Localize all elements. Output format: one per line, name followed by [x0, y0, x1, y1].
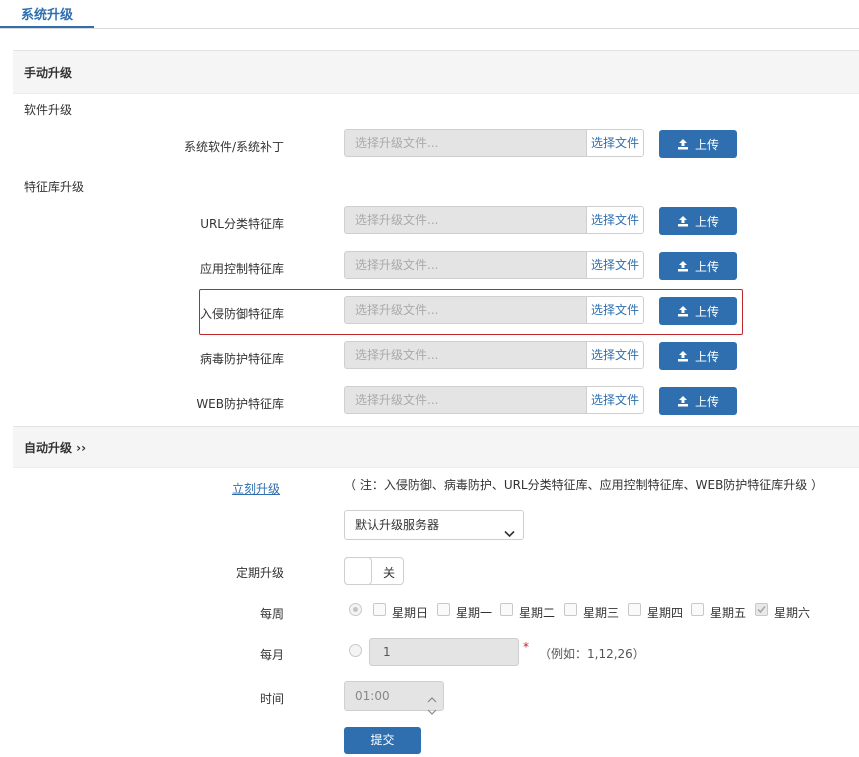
upload-label: 上传	[694, 214, 719, 229]
weekday-wednesday-label: 星期三	[583, 606, 620, 620]
web-protection-file-input[interactable]: 选择升级文件...	[344, 386, 586, 414]
intrusion-prevention-file-input[interactable]: 选择升级文件...	[344, 296, 586, 324]
monthly-example-hint: （例如：1,12,26）	[539, 647, 645, 661]
time-input[interactable]: 01:00	[344, 681, 444, 715]
weekday-saturday-label: 星期六	[774, 606, 811, 620]
intrusion-prevention-label: 入侵防御特征库	[199, 307, 284, 321]
weekday-friday-checkbox[interactable]	[691, 603, 704, 616]
upload-icon	[677, 215, 689, 227]
toggle-state-label: 关	[383, 566, 396, 580]
monthly-label: 每月	[259, 648, 284, 662]
manual-upgrade-header: 手动升级	[13, 50, 859, 94]
url-category-choose-button[interactable]: 选择文件	[586, 206, 644, 234]
upload-label: 上传	[694, 394, 719, 409]
upload-icon	[677, 305, 689, 317]
upload-icon	[677, 395, 689, 407]
weekday-monday-label: 星期一	[456, 606, 493, 620]
url-category-file-input[interactable]: 选择升级文件...	[344, 206, 586, 234]
tab-system-upgrade[interactable]: 系统升级	[0, 0, 94, 28]
upload-label: 上传	[694, 137, 719, 152]
antivirus-label: 病毒防护特征库	[199, 352, 284, 366]
signature-upgrade-label: 特征库升级	[24, 180, 85, 194]
url-category-label: URL分类特征库	[200, 217, 284, 231]
weekly-label: 每周	[259, 607, 284, 621]
upload-icon	[677, 138, 689, 150]
software-upgrade-label: 软件升级	[24, 103, 73, 117]
upload-label: 上传	[694, 349, 719, 364]
upload-icon	[677, 260, 689, 272]
intrusion-prevention-upload-button[interactable]: 上传	[659, 297, 737, 325]
weekday-sunday-label: 星期日	[392, 606, 429, 620]
system-software-choose-button[interactable]: 选择文件	[586, 129, 644, 157]
url-category-upload-button[interactable]: 上传	[659, 207, 737, 235]
auto-upgrade-header[interactable]: 自动升级 ››	[13, 426, 859, 468]
upload-label: 上传	[694, 304, 719, 319]
upgrade-server-select[interactable]: 默认升级服务器	[344, 510, 524, 540]
tab-divider	[0, 28, 859, 29]
antivirus-file-input[interactable]: 选择升级文件...	[344, 341, 586, 369]
system-software-label: 系统软件/系统补丁	[183, 140, 284, 154]
web-protection-choose-button[interactable]: 选择文件	[586, 386, 644, 414]
submit-button[interactable]: 提交	[344, 727, 421, 754]
weekday-thursday-checkbox[interactable]	[628, 603, 641, 616]
schedule-upgrade-label: 定期升级	[235, 566, 284, 580]
weekday-saturday-checkbox[interactable]	[755, 603, 768, 616]
time-label: 时间	[259, 692, 284, 706]
manual-upgrade-title: 手动升级	[24, 65, 73, 80]
weekday-tuesday-label: 星期二	[519, 606, 556, 620]
weekly-radio[interactable]	[349, 603, 362, 616]
system-software-upload-button[interactable]: 上传	[659, 130, 737, 158]
app-control-upload-button[interactable]: 上传	[659, 252, 737, 280]
web-protection-upload-button[interactable]: 上传	[659, 387, 737, 415]
antivirus-choose-button[interactable]: 选择文件	[586, 341, 644, 369]
app-control-label: 应用控制特征库	[199, 262, 284, 276]
schedule-toggle[interactable]: 关	[344, 557, 404, 585]
time-value: 01:00	[355, 689, 390, 703]
weekday-thursday-label: 星期四	[647, 606, 684, 620]
antivirus-upload-button[interactable]: 上传	[659, 342, 737, 370]
app-control-file-input[interactable]: 选择升级文件...	[344, 251, 586, 279]
monthly-radio[interactable]	[349, 644, 362, 657]
weekday-friday-label: 星期五	[710, 606, 747, 620]
system-software-file-input[interactable]: 选择升级文件...	[344, 129, 586, 157]
chevron-down-icon[interactable]	[427, 698, 437, 726]
weekday-wednesday-checkbox[interactable]	[564, 603, 577, 616]
weekday-sunday-checkbox[interactable]	[373, 603, 386, 616]
web-protection-label: WEB防护特征库	[196, 397, 284, 411]
app-control-choose-button[interactable]: 选择文件	[586, 251, 644, 279]
chevron-down-icon	[504, 520, 515, 548]
server-select-value: 默认升级服务器	[355, 518, 440, 532]
auto-upgrade-title: 自动升级 ››	[24, 440, 87, 455]
toggle-knob	[344, 557, 372, 585]
intrusion-prevention-choose-button[interactable]: 选择文件	[586, 296, 644, 324]
weekday-monday-checkbox[interactable]	[437, 603, 450, 616]
upload-label: 上传	[694, 259, 719, 274]
monthly-day-input[interactable]: 1	[369, 638, 519, 666]
weekday-tuesday-checkbox[interactable]	[500, 603, 513, 616]
immediate-upgrade-link[interactable]: 立刻升级	[232, 480, 280, 497]
upload-icon	[677, 350, 689, 362]
required-marker: *	[523, 640, 529, 654]
auto-upgrade-note: （ 注：入侵防御、病毒防护、URL分类特征库、应用控制特征库、WEB防护特征库升…	[344, 478, 824, 492]
check-icon	[757, 605, 766, 614]
